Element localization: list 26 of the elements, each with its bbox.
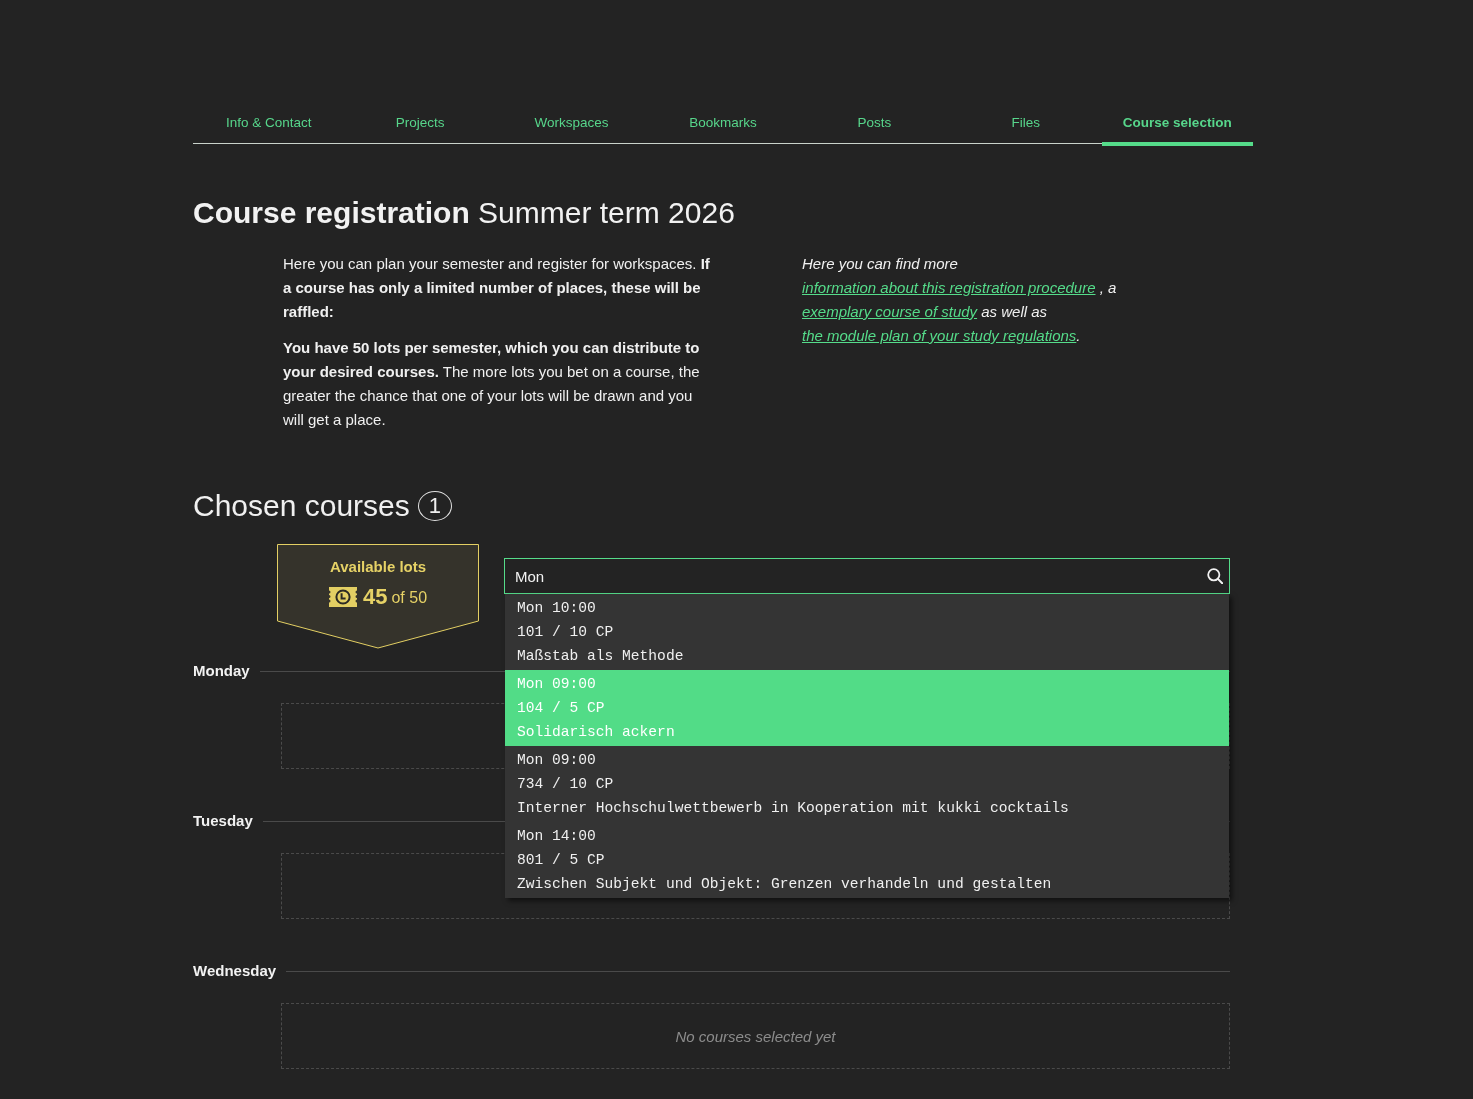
search-field[interactable]: Mon [504, 558, 1230, 594]
intro-paragraph: Here you can plan your semester and register for workspaces. If a course has only a limited number of places, these will be raffled: [283, 254, 711, 322]
page-title: Course registration Summer term 2026 [193, 195, 736, 231]
intro-paragraph: You have 50 lots per semester, which you can distribute to your desired courses. The more lots you bet on a course, the greater the chance that one of your lots will be drawn and you will get a place. [283, 338, 701, 430]
nav-tab[interactable]: Projects [344, 100, 496, 146]
day-label: Monday [193, 661, 250, 681]
lots-total: of 50 [391, 588, 428, 608]
lots-label: Available lots [329, 557, 427, 577]
result-option[interactable]: Mon 10:00 101 / 10 CP Maßstab als Methode [505, 594, 1229, 670]
nav-tab[interactable]: Bookmarks [647, 100, 799, 146]
info-link[interactable]: exemplary course of study [802, 303, 978, 320]
info-paragraph: Here you can find more information about this registration procedure , a exemplary course of study as well as the module plan of your study regulations. [802, 254, 1118, 346]
day-label: Tuesday [193, 811, 253, 831]
nav-tab[interactable]: Posts [798, 100, 951, 146]
section-heading: Chosen courses [193, 488, 410, 524]
empty-message: No courses selected yet [675, 1027, 836, 1045]
lots-available: 45 [362, 583, 388, 610]
nav-tab[interactable]: Workspaces [495, 100, 648, 146]
result-option[interactable]: Mon 14:00 801 / 5 CP Zwischen Subjekt und Objekt: Grenzen verhandeln und gestalten [505, 822, 1229, 898]
result-option[interactable]: Mon 09:00 734 / 10 CP Interner Hochschulwettbewerb in Kooperation mit kukki cocktails [505, 746, 1229, 822]
info-link[interactable]: information about this registration procedure [802, 279, 1096, 296]
search-icon[interactable] [1207, 568, 1223, 584]
nav-tab[interactable]: Files [950, 100, 1102, 146]
nav-tab[interactable]: Info & Contact [193, 100, 345, 146]
nav-tab[interactable]: Course selection [1101, 100, 1253, 146]
day-label: Wednesday [193, 961, 277, 981]
